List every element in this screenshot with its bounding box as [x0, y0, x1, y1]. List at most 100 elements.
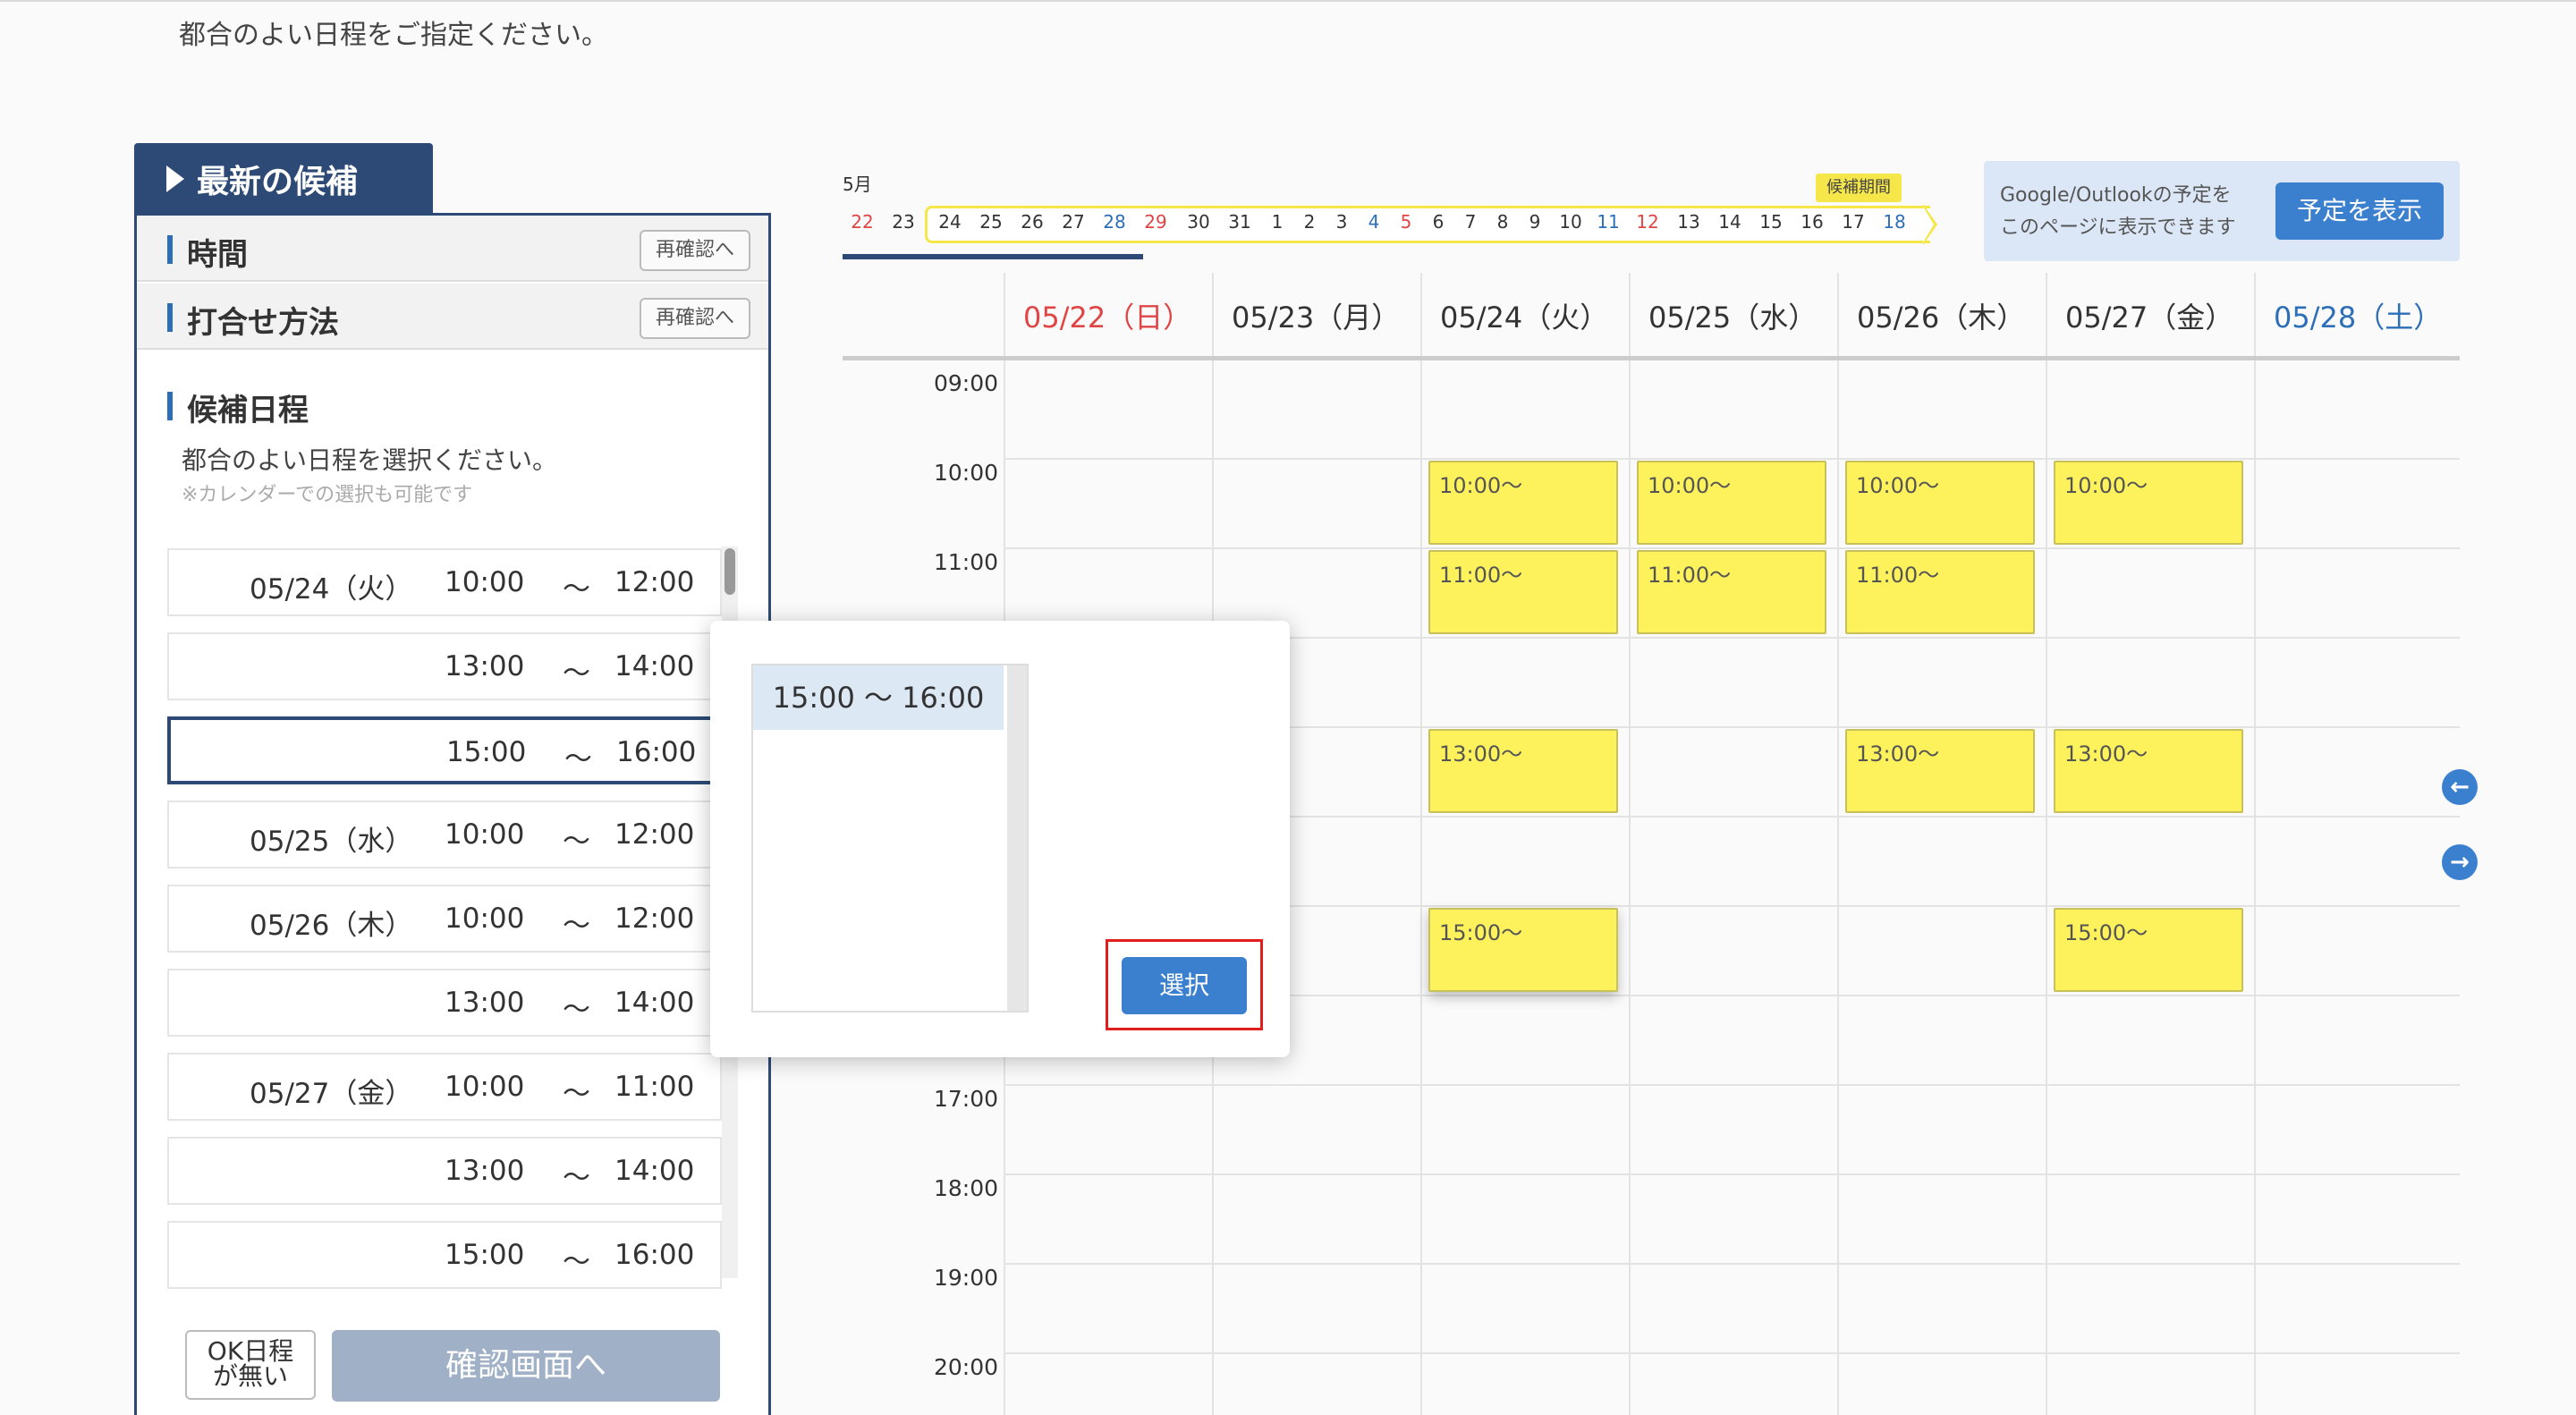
strip-day[interactable]: 25	[973, 211, 1009, 233]
prev-week-icon[interactable]: ←	[2442, 769, 2478, 805]
strip-day[interactable]: 9	[1517, 211, 1553, 233]
strip-day[interactable]: 18	[1877, 211, 1912, 233]
select-button[interactable]: 選択	[1122, 957, 1247, 1014]
slot-start: 10:00	[445, 566, 525, 598]
strip-day[interactable]: 12	[1630, 211, 1665, 233]
section-bar	[167, 303, 173, 332]
slot-sep: 〜	[563, 573, 590, 606]
slot-end: 12:00	[614, 818, 695, 851]
slot-sep: 〜	[563, 994, 590, 1026]
strip-day[interactable]: 28	[1097, 211, 1132, 233]
candidate-event[interactable]: 10:00〜	[2054, 461, 2243, 545]
candidate-event[interactable]: 15:00〜	[1428, 908, 1618, 992]
candidate-event[interactable]: 10:00〜	[1845, 461, 2035, 545]
time-row: 時間 再確認へ	[137, 216, 768, 282]
slot-end: 14:00	[614, 650, 695, 682]
slot-sep: 〜	[563, 1162, 590, 1194]
slot-date: 05/25（水）	[250, 826, 413, 858]
strip-day[interactable]: 7	[1453, 211, 1488, 233]
candidate-slot[interactable]: 05/24（火） 10:00 〜 12:00	[167, 548, 722, 616]
time-label: 時間	[187, 237, 248, 273]
candidate-event[interactable]: 15:00〜	[2054, 908, 2243, 992]
slot-start: 13:00	[445, 1155, 525, 1187]
slot-date: 05/26（木）	[250, 910, 413, 942]
candidate-event[interactable]: 13:00〜	[2054, 729, 2243, 813]
popup-time-option[interactable]: 15:00 〜 16:00	[753, 665, 1004, 730]
hour-label: 17:00	[934, 1086, 999, 1112]
slot-end: 11:00	[614, 1071, 695, 1103]
day-column-divider	[1629, 273, 1631, 1415]
strip-day[interactable]: 24	[932, 211, 968, 233]
strip-day[interactable]: 27	[1055, 211, 1091, 233]
candidate-slot[interactable]: 05/25（水） 10:00 〜 12:00	[167, 801, 722, 868]
candidate-slot[interactable]: 05/27（金） 10:00 〜 11:00	[167, 1053, 722, 1121]
candidate-panel: 時間 再確認へ 打合せ方法 再確認へ 候補日程 都合のよい日程を選択ください。 …	[134, 213, 771, 1415]
latest-candidates-tab[interactable]: 最新の候補	[134, 143, 433, 215]
candidate-event[interactable]: 13:00〜	[1428, 729, 1618, 813]
day-header: 05/23（月）	[1232, 301, 1401, 335]
top-divider	[0, 0, 2576, 2]
strip-day[interactable]: 14	[1712, 211, 1748, 233]
strip-day[interactable]: 1	[1259, 211, 1295, 233]
candidate-event[interactable]: 11:00〜	[1845, 550, 2035, 634]
candidate-dates-title: 候補日程	[187, 393, 309, 428]
strip-day[interactable]: 16	[1794, 211, 1830, 233]
method-recheck-button[interactable]: 再確認へ	[640, 298, 750, 339]
hour-label: 19:00	[934, 1265, 999, 1291]
slot-end: 16:00	[614, 1239, 695, 1271]
method-row: 打合せ方法 再確認へ	[137, 284, 768, 350]
strip-day[interactable]: 3	[1324, 211, 1360, 233]
strip-day[interactable]: 23	[886, 211, 921, 233]
next-week-icon[interactable]: →	[2442, 844, 2478, 880]
strip-day[interactable]: 22	[844, 211, 880, 233]
slot-start: 10:00	[445, 902, 525, 935]
strip-day[interactable]: 5	[1388, 211, 1424, 233]
popup-list-scrollbar[interactable]	[1007, 665, 1027, 1011]
strip-day[interactable]: 17	[1835, 211, 1871, 233]
candidate-event[interactable]: 13:00〜	[1845, 729, 2035, 813]
strip-day[interactable]: 10	[1553, 211, 1589, 233]
day-header: 05/25（水）	[1648, 301, 1818, 335]
candidate-event[interactable]: 10:00〜	[1428, 461, 1618, 545]
candidate-slot[interactable]: 13:00 〜 14:00	[167, 632, 722, 700]
slot-sep: 〜	[563, 657, 590, 690]
slot-end: 12:00	[614, 902, 695, 935]
strip-day[interactable]: 13	[1671, 211, 1707, 233]
strip-day[interactable]: 6	[1420, 211, 1456, 233]
candidate-event[interactable]: 11:00〜	[1428, 550, 1618, 634]
candidate-slot[interactable]: 15:00 〜 16:00	[167, 716, 740, 784]
strip-viewport-indicator	[843, 254, 1143, 259]
candidate-slot[interactable]: 13:00 〜 14:00	[167, 969, 722, 1037]
strip-day[interactable]: 29	[1138, 211, 1174, 233]
strip-day[interactable]: 4	[1356, 211, 1392, 233]
strip-day[interactable]: 11	[1590, 211, 1626, 233]
candidate-slot[interactable]: 15:00 〜 16:00	[167, 1221, 722, 1289]
strip-arrow-inner	[1923, 207, 1934, 242]
no-ok-date-button[interactable]: OK日程 が無い	[185, 1330, 316, 1400]
candidate-event[interactable]: 10:00〜	[1637, 461, 1826, 545]
slot-scrollbar-thumb[interactable]	[724, 548, 735, 595]
candidate-slot[interactable]: 05/26（木） 10:00 〜 12:00	[167, 885, 722, 953]
strip-day[interactable]: 31	[1222, 211, 1258, 233]
strip-day[interactable]: 2	[1292, 211, 1327, 233]
no-ok-line1: OK日程	[207, 1336, 294, 1366]
slot-start: 13:00	[445, 650, 525, 682]
strip-day[interactable]: 8	[1485, 211, 1521, 233]
confirm-screen-button[interactable]: 確認画面へ	[332, 1330, 720, 1402]
show-schedule-button[interactable]: 予定を表示	[2275, 182, 2444, 240]
candidate-slot[interactable]: 13:00 〜 14:00	[167, 1137, 722, 1205]
hour-divider	[1004, 1084, 2460, 1086]
day-column-divider	[1837, 273, 1839, 1415]
slot-start: 15:00	[446, 736, 527, 768]
time-recheck-button[interactable]: 再確認へ	[640, 230, 750, 271]
strip-day[interactable]: 15	[1753, 211, 1789, 233]
hour-label: 18:00	[934, 1175, 999, 1201]
slot-start: 13:00	[445, 987, 525, 1019]
day-header: 05/26（木）	[1857, 301, 2026, 335]
strip-day[interactable]: 26	[1014, 211, 1050, 233]
candidate-event[interactable]: 11:00〜	[1637, 550, 1826, 634]
hour-divider	[1004, 1263, 2460, 1265]
section-bar	[167, 235, 173, 264]
strip-day[interactable]: 30	[1181, 211, 1216, 233]
hour-divider	[1004, 547, 2460, 549]
